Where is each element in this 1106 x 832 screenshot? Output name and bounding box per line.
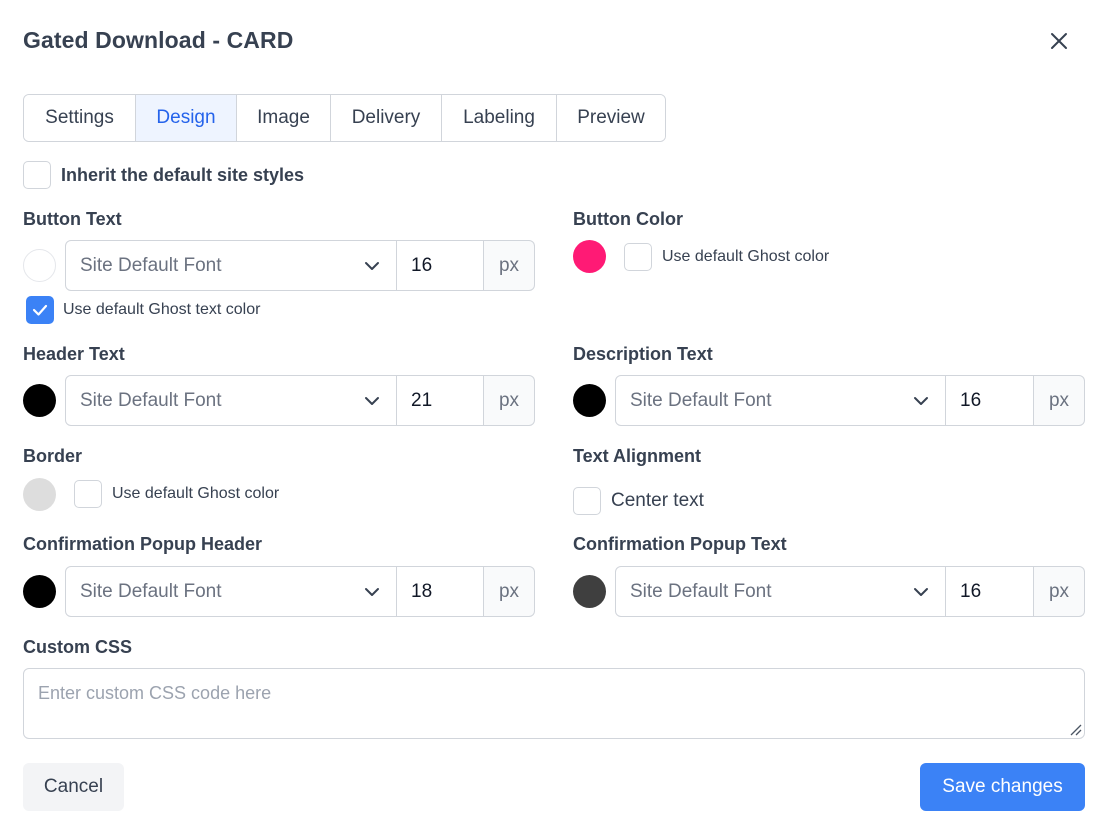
confirm-text-color-swatch[interactable] <box>573 575 606 608</box>
button-color-swatch[interactable] <box>573 240 606 273</box>
confirm-header-size-input[interactable]: 18 <box>397 566 484 617</box>
tab-delivery[interactable]: Delivery <box>331 95 442 141</box>
description-text-color-swatch[interactable] <box>573 384 606 417</box>
header-text-font-value: Site Default Font <box>80 389 222 411</box>
button-text-default-color-checkbox[interactable] <box>26 296 54 324</box>
header-text-color-swatch[interactable] <box>23 384 56 417</box>
custom-css-label: Custom CSS <box>23 637 133 657</box>
button-text-default-color-label: Use default Ghost text color <box>63 301 261 318</box>
text-alignment-label: Text Alignment <box>573 446 702 466</box>
confirm-header-label: Confirmation Popup Header <box>23 534 263 554</box>
button-text-color-swatch[interactable] <box>23 249 56 282</box>
confirm-text-font-value: Site Default Font <box>630 580 772 602</box>
tab-design[interactable]: Design <box>136 95 237 141</box>
header-text-size-unit: px <box>484 375 535 426</box>
chevron-down-icon <box>914 588 928 596</box>
border-default-color-checkbox[interactable] <box>74 480 102 508</box>
tab-image[interactable]: Image <box>237 95 331 141</box>
center-text-label: Center text <box>611 490 704 511</box>
border-default-color-label: Use default Ghost color <box>112 485 280 502</box>
tab-settings[interactable]: Settings <box>24 95 136 141</box>
button-text-size-unit: px <box>484 240 535 291</box>
save-changes-button[interactable]: Save changes <box>920 763 1085 811</box>
header-text-label: Header Text <box>23 344 125 364</box>
confirm-text-size-unit: px <box>1034 566 1085 617</box>
confirm-header-color-swatch[interactable] <box>23 575 56 608</box>
confirm-text-font-select[interactable]: Site Default Font <box>615 566 946 617</box>
chevron-down-icon <box>365 262 379 270</box>
description-text-size-input[interactable]: 16 <box>946 375 1034 426</box>
tab-labeling[interactable]: Labeling <box>442 95 557 141</box>
border-color-swatch[interactable] <box>23 478 56 511</box>
header-text-font-select[interactable]: Site Default Font <box>65 375 397 426</box>
checkmark-icon <box>32 304 48 316</box>
tab-bar: Settings Design Image Delivery Labeling … <box>23 94 666 142</box>
confirm-text-size-input[interactable]: 16 <box>946 566 1034 617</box>
chevron-down-icon <box>914 397 928 405</box>
confirm-header-font-value: Site Default Font <box>80 580 222 602</box>
inherit-styles-checkbox[interactable] <box>23 161 51 189</box>
description-text-label: Description Text <box>573 344 713 364</box>
border-label: Border <box>23 446 83 466</box>
button-text-font-value: Site Default Font <box>80 254 222 276</box>
confirm-header-font-select[interactable]: Site Default Font <box>65 566 397 617</box>
confirm-header-size-unit: px <box>484 566 535 617</box>
button-text-size-input[interactable]: 16 <box>397 240 484 291</box>
confirm-text-label: Confirmation Popup Text <box>573 534 787 554</box>
button-color-default-label: Use default Ghost color <box>662 248 830 265</box>
description-text-font-select[interactable]: Site Default Font <box>615 375 946 426</box>
custom-css-textarea[interactable]: Enter custom CSS code here <box>23 668 1085 739</box>
inherit-styles-label: Inherit the default site styles <box>61 165 305 185</box>
button-color-label: Button Color <box>573 209 683 229</box>
button-text-label: Button Text <box>23 209 122 229</box>
resize-handle-icon[interactable] <box>1068 722 1082 736</box>
cancel-button[interactable]: Cancel <box>23 763 124 811</box>
tab-preview[interactable]: Preview <box>557 95 665 141</box>
chevron-down-icon <box>365 397 379 405</box>
chevron-down-icon <box>365 588 379 596</box>
button-text-font-select[interactable]: Site Default Font <box>65 240 397 291</box>
close-icon <box>1051 33 1067 49</box>
button-color-default-checkbox[interactable] <box>624 243 652 271</box>
description-text-font-value: Site Default Font <box>630 389 772 411</box>
close-button[interactable] <box>1046 28 1072 54</box>
center-text-checkbox[interactable] <box>573 487 601 515</box>
description-text-size-unit: px <box>1034 375 1085 426</box>
custom-css-placeholder: Enter custom CSS code here <box>38 683 272 703</box>
dialog-title: Gated Download - CARD <box>23 27 294 53</box>
header-text-size-input[interactable]: 21 <box>397 375 484 426</box>
